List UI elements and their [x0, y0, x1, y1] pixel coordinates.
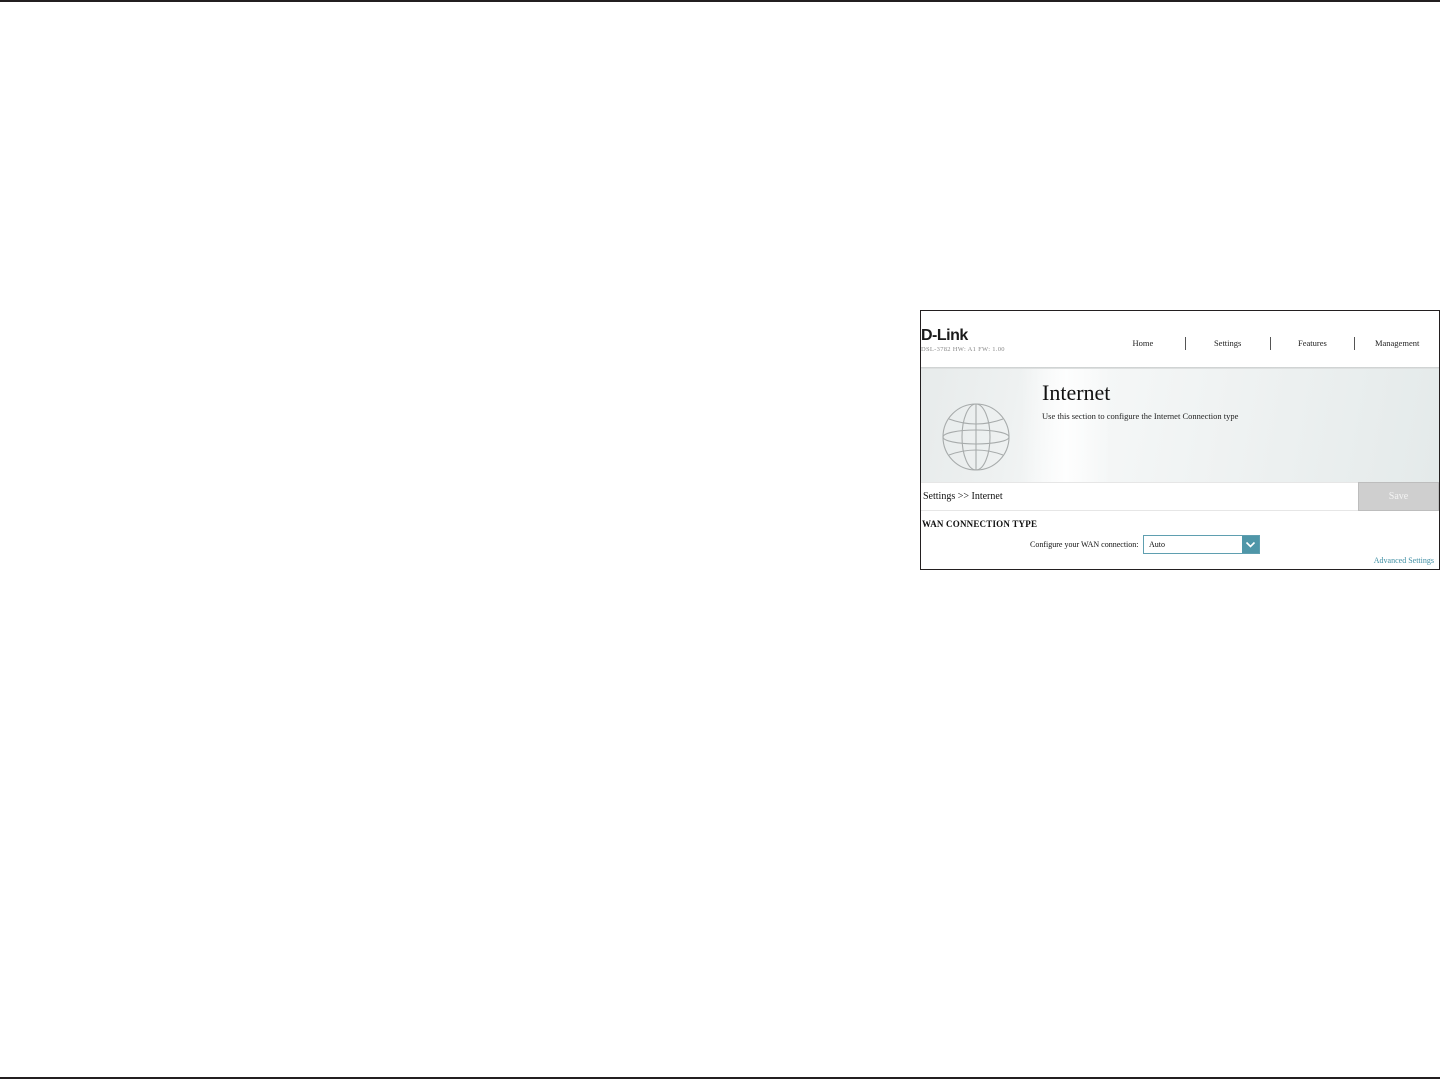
- globe-icon: [942, 403, 1010, 471]
- breadcrumb-bar: Settings >> Internet Save: [921, 482, 1439, 511]
- chevron-down-icon: [1245, 541, 1256, 548]
- wan-section-title: WAN CONNECTION TYPE: [922, 519, 1038, 529]
- router-ui-screenshot: D-Link DSL-3782 HW: A1 FW: 1.00 Home Set…: [920, 310, 1440, 570]
- nav-home[interactable]: Home: [1101, 336, 1185, 350]
- advanced-settings-link[interactable]: Advanced Settings: [1374, 556, 1434, 565]
- wan-connection-value: Auto: [1149, 540, 1165, 549]
- breadcrumb: Settings >> Internet: [923, 491, 1003, 502]
- page-bottom-rule: [0, 1077, 1440, 1079]
- nav-management[interactable]: Management: [1355, 336, 1439, 350]
- header: D-Link DSL-3782 HW: A1 FW: 1.00 Home Set…: [921, 311, 1439, 369]
- page-title: Internet: [1042, 380, 1111, 405]
- save-button[interactable]: Save: [1358, 482, 1439, 511]
- wan-connection-label: Configure your WAN connection:: [1030, 540, 1139, 549]
- dropdown-button[interactable]: [1242, 536, 1259, 553]
- model-info: DSL-3782 HW: A1 FW: 1.00: [921, 346, 1005, 353]
- dlink-logo: D-Link: [921, 327, 968, 344]
- page-description: Use this section to configure the Intern…: [1042, 411, 1239, 421]
- nav-features[interactable]: Features: [1271, 336, 1355, 350]
- page-top-rule: [0, 0, 1440, 2]
- wan-connection-select[interactable]: Auto: [1143, 535, 1260, 554]
- main-nav: Home Settings Features Management: [1101, 336, 1439, 350]
- nav-settings[interactable]: Settings: [1186, 336, 1270, 350]
